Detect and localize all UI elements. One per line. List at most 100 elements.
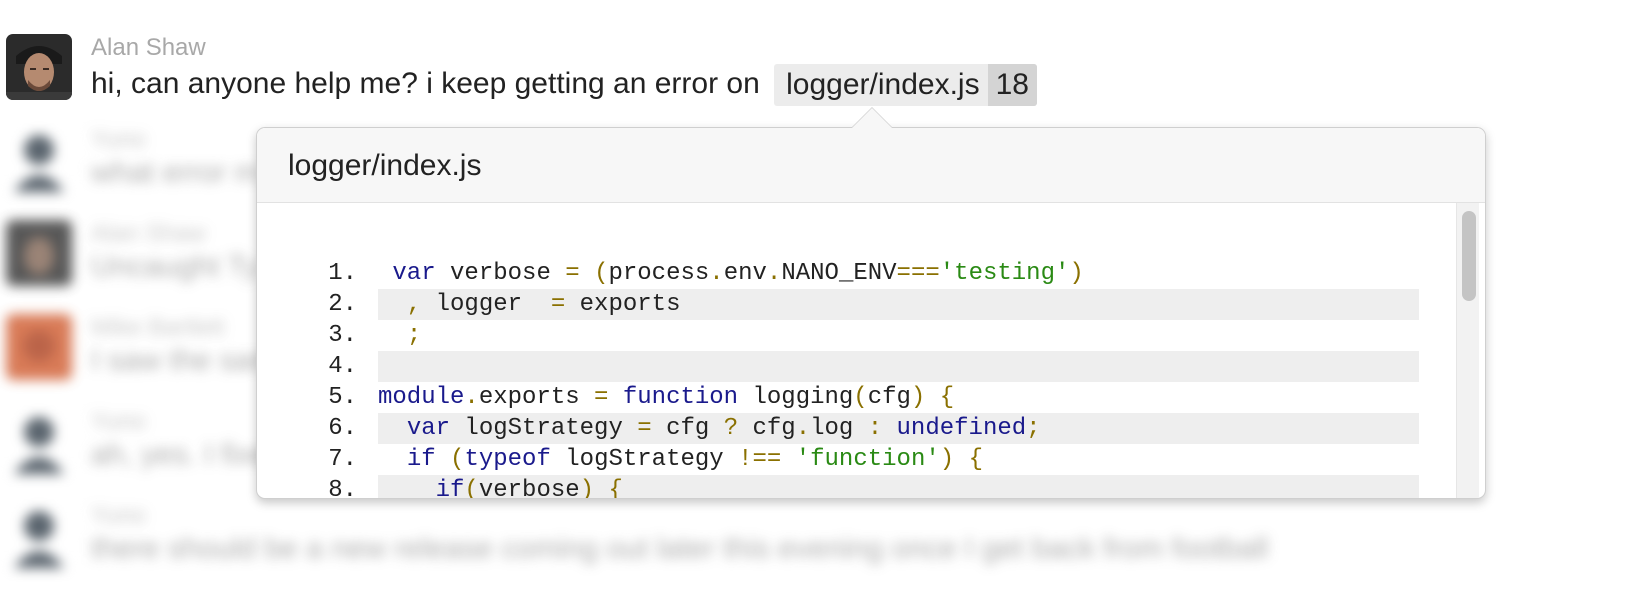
- avatar[interactable]: [6, 34, 72, 100]
- code-source: [378, 351, 1419, 382]
- code-token: 'testing': [939, 260, 1070, 287]
- code-line: 4.: [257, 351, 1457, 382]
- code-token: cfg: [867, 384, 911, 411]
- avatar[interactable]: [6, 220, 72, 286]
- code-line: 1. var verbose = (process.env.NANO_ENV==…: [257, 258, 1457, 289]
- scrollbar-thumb[interactable]: [1462, 211, 1476, 301]
- code-token: cfg: [651, 415, 724, 442]
- code-token: verbose: [478, 477, 580, 499]
- code-token: logging: [738, 384, 854, 411]
- code-token: ): [579, 477, 595, 499]
- code-source: if(verbose) {: [378, 475, 1419, 499]
- code-token: logger: [421, 291, 551, 318]
- code-token: .: [464, 384, 479, 411]
- message-item: Yuno there should be a new release comin…: [6, 502, 1606, 570]
- code-token: undefined: [896, 415, 1027, 442]
- code-token: (: [594, 260, 609, 287]
- author-name: Yuno: [91, 126, 146, 153]
- code-token: ;: [1026, 415, 1041, 442]
- line-number: 7.: [328, 446, 357, 473]
- code-token: (: [450, 446, 465, 473]
- line-number: 5.: [328, 384, 357, 411]
- message-text: I saw the sam: [91, 344, 277, 377]
- message-text: hi, can anyone help me? i keep getting a…: [91, 64, 1037, 106]
- author-name: Alan Shaw: [91, 220, 206, 247]
- code-line: 3. ;: [257, 320, 1457, 351]
- message-text: there should be a new release coming out…: [91, 532, 1269, 565]
- code-token: ===: [896, 260, 940, 287]
- code-token: typeof: [464, 446, 551, 473]
- code-token: process: [608, 260, 710, 287]
- code-token: var: [406, 415, 451, 442]
- code-token: if: [435, 477, 465, 499]
- code-source: ;: [378, 320, 1419, 351]
- message-text: Uncaught Ty: [91, 250, 259, 283]
- code-token: var: [392, 260, 436, 287]
- code-token: .: [795, 415, 811, 442]
- file-reference-chip[interactable]: logger/index.js 18: [774, 64, 1037, 106]
- avatar[interactable]: [6, 314, 72, 380]
- code-line: 2. , logger = exports: [257, 289, 1457, 320]
- code-token: ): [939, 446, 955, 473]
- code-source: if (typeof logStrategy !== 'function') {: [378, 444, 1419, 475]
- code-token: {: [608, 477, 623, 499]
- code-token: :: [867, 415, 883, 442]
- message-text: what error m: [91, 156, 260, 189]
- code-viewer[interactable]: 1. var verbose = (process.env.NANO_ENV==…: [257, 203, 1485, 498]
- code-token: {: [939, 384, 955, 411]
- code-token: =: [550, 291, 566, 318]
- line-number-badge: 18: [987, 64, 1037, 106]
- code-source: var verbose = (process.env.NANO_ENV==='t…: [378, 258, 1419, 289]
- line-number: 4.: [328, 353, 357, 380]
- code-token: NANO_ENV: [781, 260, 897, 287]
- code-token: module: [378, 384, 465, 411]
- avatar[interactable]: [6, 502, 72, 568]
- message-text: ah, yes. I fixe: [91, 438, 268, 471]
- file-name: logger/index.js: [786, 68, 980, 101]
- line-number: 6.: [328, 415, 357, 442]
- code-source: module.exports = function logging(cfg) {: [378, 382, 1419, 413]
- code-token: 'function': [795, 446, 940, 473]
- code-source: , logger = exports: [378, 289, 1419, 320]
- code-preview-popover: logger/index.js 1. var verbose = (proces…: [256, 127, 1486, 499]
- code-token: ): [910, 384, 926, 411]
- code-token: .: [766, 260, 782, 287]
- author-name: Yuno: [91, 502, 146, 529]
- code-token: verbose: [435, 260, 566, 287]
- scrollbar[interactable]: [1456, 203, 1479, 498]
- code-token: ?: [723, 415, 739, 442]
- code-token: ;: [406, 322, 422, 349]
- code-line: 7. if (typeof logStrategy !== 'function'…: [257, 444, 1457, 475]
- author-name: Alan Shaw: [91, 34, 206, 61]
- line-number: 2.: [328, 291, 357, 318]
- code-token: {: [968, 446, 983, 473]
- avatar[interactable]: [6, 408, 72, 474]
- code-token: env: [723, 260, 767, 287]
- author-name: Yuno: [91, 408, 146, 435]
- code-token: if: [406, 446, 436, 473]
- author-name: Mike Bartlett: [91, 314, 225, 341]
- code-token: function: [622, 384, 739, 411]
- code-token: cfg: [738, 415, 796, 442]
- code-block: 1. var verbose = (process.env.NANO_ENV==…: [257, 258, 1457, 499]
- message-body: hi, can anyone help me? i keep getting a…: [91, 66, 760, 100]
- code-token: .: [709, 260, 724, 287]
- code-token: log: [810, 415, 868, 442]
- code-token: =: [565, 260, 580, 287]
- message-item: Alan Shaw hi, can anyone help me? i keep…: [6, 34, 1606, 106]
- code-token: exports: [565, 291, 681, 318]
- code-token: logStrategy: [550, 446, 739, 473]
- line-number: 8.: [328, 477, 357, 499]
- code-token: ,: [406, 291, 422, 318]
- avatar[interactable]: [6, 126, 72, 192]
